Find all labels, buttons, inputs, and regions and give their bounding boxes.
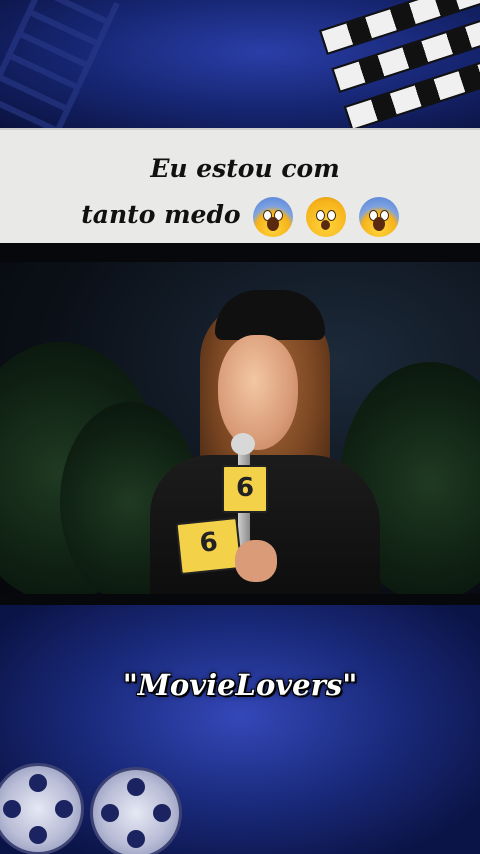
bottom-background (0, 605, 480, 854)
video-letterbox-bottom (0, 594, 480, 605)
film-reel-icon (90, 767, 182, 854)
top-background (0, 0, 480, 130)
video-letterbox-top (0, 243, 480, 262)
microphone-flag-logo: 6 (175, 516, 243, 576)
reporter-hand (235, 540, 277, 582)
screaming-face-icon (253, 196, 294, 237)
reporter-face (218, 335, 298, 450)
caption-line-2-text: tanto medo (81, 200, 241, 229)
astonished-face-icon (306, 196, 347, 237)
screaming-face-icon (358, 196, 399, 237)
microphone-head (231, 433, 255, 455)
caption-line-1: Eu estou com (150, 154, 340, 183)
filmstrip-decoration (0, 0, 120, 130)
microphone-flag-logo: 6 (222, 465, 268, 513)
watermark-text: "MovieLovers" (122, 668, 358, 702)
clapperboard-icon (316, 0, 480, 130)
caption-text: Eu estou com tanto medo (0, 146, 480, 238)
caption-line-2: tanto medo (0, 192, 480, 238)
film-reel-icon (0, 763, 84, 854)
